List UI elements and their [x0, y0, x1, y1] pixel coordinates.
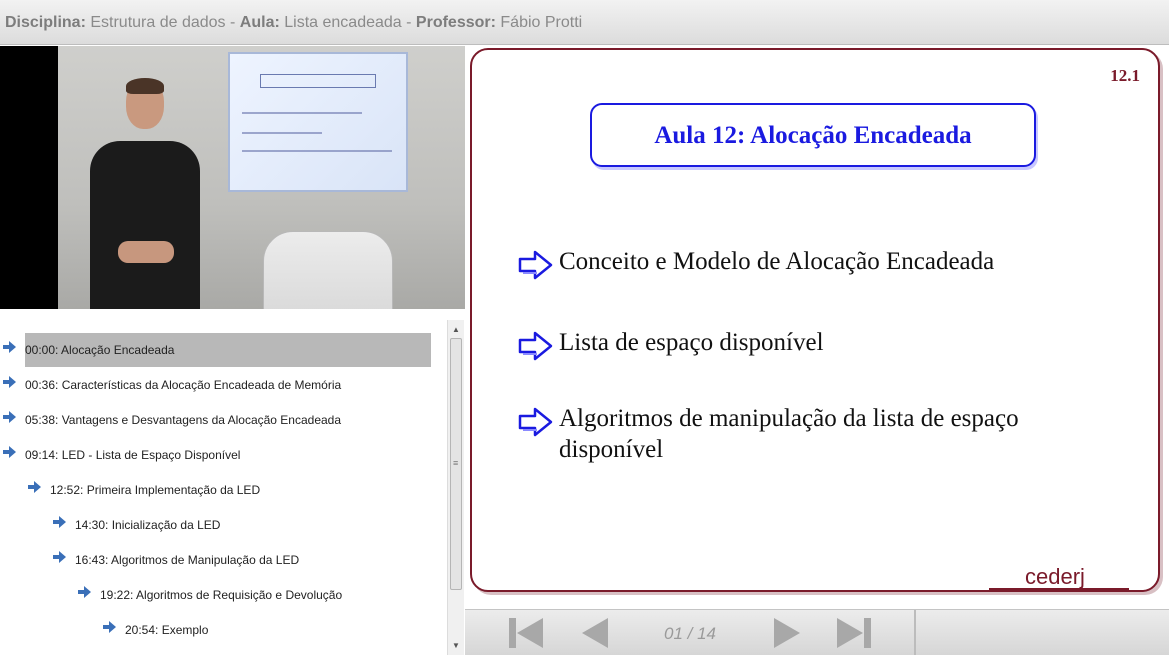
monitor-prop — [263, 231, 393, 309]
disciplina-label: Disciplina: — [5, 14, 86, 31]
index-scrollbar[interactable]: ▲ ≡ ▼ — [447, 320, 464, 655]
slide-bullet-text: Algoritmos de manipulação da lista de es… — [559, 405, 1019, 463]
arrow-right-icon — [518, 331, 553, 361]
arrow-right-icon — [518, 250, 553, 280]
next-icon[interactable] — [772, 617, 802, 649]
projection-line — [242, 112, 362, 114]
arrow-right-icon — [53, 551, 66, 563]
arrow-right-icon — [78, 586, 91, 598]
arrow-right-icon — [3, 446, 16, 458]
index-item-label: 12:52: Primeira Implementação da LED — [50, 483, 261, 497]
professor-label: Professor: — [415, 14, 496, 31]
chapter-index: 00:00: Alocação Encadeada 00:36: Caracter… — [0, 320, 465, 655]
slide-bullet-text: Conceito e Modelo de Alocação Encadeada — [559, 248, 995, 275]
aula-label: Aula: — [239, 14, 280, 31]
header-separator: - — [230, 14, 236, 31]
index-item-label: 00:36: Características da Alocação Encad… — [25, 378, 342, 392]
index-item[interactable]: 19:22: Algoritmos de Requisição e Devolu… — [0, 578, 440, 612]
last-icon[interactable] — [835, 617, 873, 649]
arrow-right-icon — [3, 411, 16, 423]
index-item-label: 20:54: Exemplo — [125, 623, 209, 637]
arrow-right-icon — [28, 481, 41, 493]
index-item-label: 19:22: Algoritmos de Requisição e Devolu… — [100, 588, 343, 602]
index-item[interactable]: 05:38: Vantagens e Desvantagens da Aloca… — [0, 403, 440, 437]
slide-area: 12.1 Aula 12: Alocação Encadeada Conceit… — [465, 46, 1169, 609]
page-indicator: 01 / 14 — [664, 624, 716, 643]
arrow-right-icon — [518, 407, 553, 437]
cederj-logo: cederj — [1025, 564, 1085, 589]
arrow-right-icon — [103, 621, 116, 633]
index-item[interactable]: 20:54: Exemplo — [0, 613, 440, 647]
index-item-label: 14:30: Inicialização da LED — [75, 518, 221, 532]
presenter-hair — [126, 78, 164, 94]
index-item-label: 09:14: LED - Lista de Espaço Disponível — [25, 448, 241, 462]
index-item[interactable]: 00:36: Características da Alocação Encad… — [0, 368, 440, 402]
scroll-down-icon[interactable]: ▼ — [448, 638, 464, 654]
scroll-thumb[interactable]: ≡ — [450, 338, 462, 590]
index-item[interactable]: 14:30: Inicialização da LED — [0, 508, 440, 542]
index-item-label: 05:38: Vantagens e Desvantagens da Aloca… — [25, 413, 342, 427]
slide-number: 12.1 — [1110, 66, 1140, 85]
arrow-right-icon — [53, 516, 66, 528]
slide-title: Aula 12: Alocação Encadeada — [590, 103, 1036, 167]
index-item[interactable]: 09:14: LED - Lista de Espaço Disponível — [0, 438, 440, 472]
scroll-up-icon[interactable]: ▲ — [448, 322, 464, 338]
index-item-label: 00:00: Alocação Encadeada — [25, 343, 175, 357]
professor-value: Fábio Protti — [500, 14, 583, 31]
projection-title — [260, 74, 376, 88]
index-item-label: 16:43: Algoritmos de Manipulação da LED — [75, 553, 300, 567]
projection-line — [242, 132, 322, 134]
arrow-right-icon — [3, 376, 16, 388]
previous-icon[interactable] — [580, 617, 610, 649]
slide: 12.1 Aula 12: Alocação Encadeada Conceit… — [470, 48, 1160, 592]
arrow-right-icon — [3, 341, 16, 353]
slide-bullet-text: Lista de espaço disponível — [559, 329, 824, 356]
presenter-body — [90, 141, 200, 309]
slide-controls: 01 / 14 — [465, 609, 1169, 655]
disciplina-value: Estrutura de dados — [90, 14, 226, 31]
lesson-header: Disciplina: Estrutura de dados - Aula: L… — [0, 0, 1169, 45]
presenter-hands — [118, 241, 174, 263]
video-frame — [58, 46, 465, 309]
header-separator: - — [406, 14, 412, 31]
index-item[interactable]: 12:52: Primeira Implementação da LED — [0, 473, 440, 507]
grip-icon: ≡ — [453, 458, 459, 468]
controls-divider — [914, 610, 916, 655]
index-item[interactable]: 00:00: Alocação Encadeada — [3, 333, 431, 367]
aula-value: Lista encadeada — [284, 14, 402, 31]
projection-line — [242, 150, 392, 152]
video-player[interactable] — [0, 46, 465, 309]
first-icon[interactable] — [507, 617, 545, 649]
projection-screen — [228, 52, 408, 192]
index-item[interactable]: 16:43: Algoritmos de Manipulação da LED — [0, 543, 440, 577]
